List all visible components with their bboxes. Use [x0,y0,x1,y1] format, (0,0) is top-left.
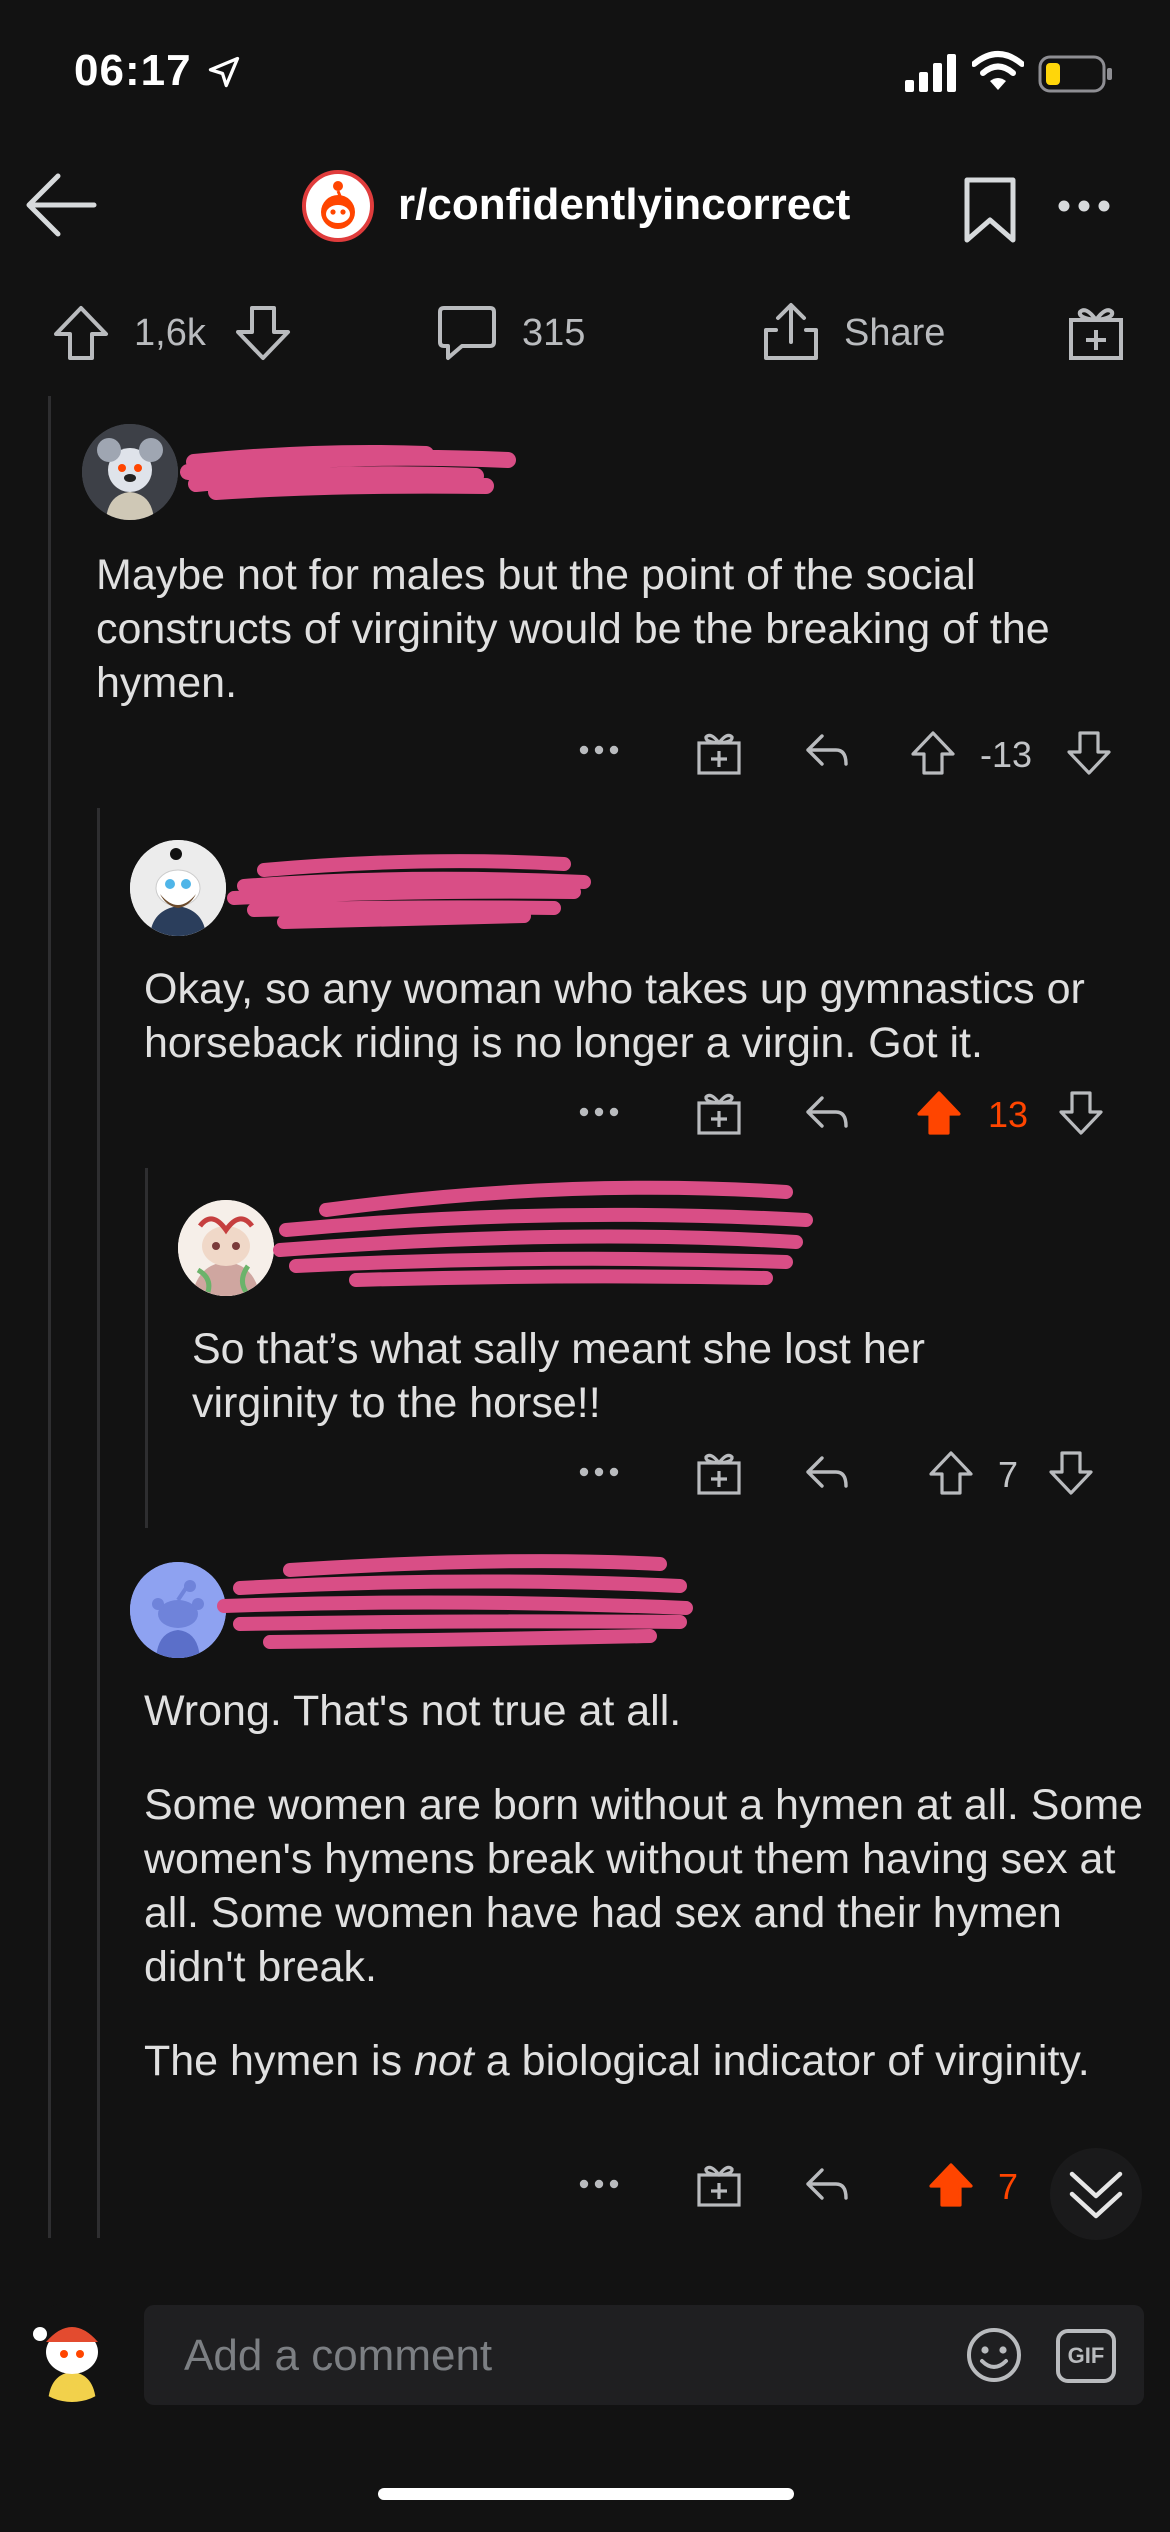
award-gift-icon[interactable] [696,1450,742,1496]
share-icon[interactable] [760,300,822,364]
user-avatar[interactable] [22,2302,122,2402]
comment-score: 7 [998,2166,1019,2207]
comments-icon[interactable] [436,302,498,364]
location-arrow-icon [206,54,242,90]
thread-line-level-3 [145,1168,148,1528]
subreddit-title[interactable]: r/confidentlyincorrect [398,180,850,230]
home-indicator [378,2488,794,2500]
thread-line-level-2 [97,808,100,2238]
emphasis-text: not [414,2037,474,2085]
comment-body: Maybe not for males but the point of the… [96,548,1096,750]
redaction-scribble [217,1554,693,1649]
reply-icon[interactable] [804,1452,850,1494]
scroll-down-chevron-icon[interactable] [1050,2148,1142,2240]
upvote-icon[interactable] [928,1450,974,1496]
post-comment-count: 315 [522,312,586,354]
comment-score: 7 [998,1454,1019,1495]
thread-line-level-1 [48,396,51,2238]
redaction-scribble [273,1180,813,1287]
comment-paragraph: So that’s what sally meant she lost her … [192,1325,925,1427]
comment-paragraph: Okay, so any woman who takes up gymnasti… [144,965,1085,1067]
comment-paragraph: Wrong. That's not true at all. [144,1687,682,1735]
text-run: The hymen is [144,2037,415,2085]
more-options-icon[interactable] [578,2178,620,2190]
post-upvote-icon[interactable] [52,304,110,362]
avatar[interactable] [178,1200,274,1296]
comment-paragraph: Some women are born without a hymen at a… [144,1781,1144,1991]
downvote-icon[interactable] [1058,1090,1104,1136]
emoji-icon[interactable] [964,2325,1024,2385]
more-options-icon[interactable] [1056,198,1112,214]
comment-composer: GIF [144,2305,1144,2407]
downvote-icon[interactable] [1048,1450,1094,1496]
upvote-icon-active[interactable] [916,1090,962,1136]
more-options-icon[interactable] [578,744,620,756]
redaction-scribble [180,445,516,500]
text-run: a biological indicator of virginity. [473,2037,1090,2085]
reply-icon[interactable] [804,2164,850,2206]
wifi-icon [972,50,1024,92]
award-gift-icon[interactable] [696,730,742,776]
award-gift-icon[interactable] [696,2162,742,2208]
comment-input[interactable] [182,2305,966,2407]
comment-body: So that’s what sally meant she lost her … [192,1322,1032,1470]
share-label[interactable]: Share [844,312,945,355]
reply-icon[interactable] [804,1092,850,1134]
award-gift-icon[interactable] [1066,302,1126,362]
redaction-scribble [227,854,591,929]
avatar[interactable] [130,840,226,936]
avatar[interactable] [82,424,178,520]
status-time: 06:17 [74,46,192,95]
comment-paragraph: The hymen is not a biological indicator … [144,2034,1144,2088]
more-options-icon[interactable] [578,1466,620,1478]
battery-icon [1038,54,1114,94]
comment-score: -13 [980,734,1033,775]
back-arrow-icon[interactable] [24,170,98,240]
downvote-icon[interactable] [1066,730,1112,776]
gif-button[interactable]: GIF [1056,2329,1116,2383]
avatar[interactable] [130,1562,226,1658]
post-downvote-icon[interactable] [234,304,292,362]
post-upvote-count: 1,6k [134,312,206,354]
more-options-icon[interactable] [578,1106,620,1118]
upvote-icon[interactable] [910,730,956,776]
bookmark-icon[interactable] [963,176,1017,244]
comment-body: Okay, so any woman who takes up gymnasti… [144,962,1154,1110]
award-gift-icon[interactable] [696,1090,742,1136]
upvote-icon-active[interactable] [928,2162,974,2208]
subreddit-icon[interactable] [302,170,374,242]
comment-score: 13 [988,1094,1029,1135]
reply-icon[interactable] [804,730,850,772]
cellular-signal-icon [905,52,957,92]
comment-body: Wrong. That's not true at all. Some wome… [144,1684,1144,2128]
comment-paragraph: Maybe not for males but the point of the… [96,551,1050,707]
